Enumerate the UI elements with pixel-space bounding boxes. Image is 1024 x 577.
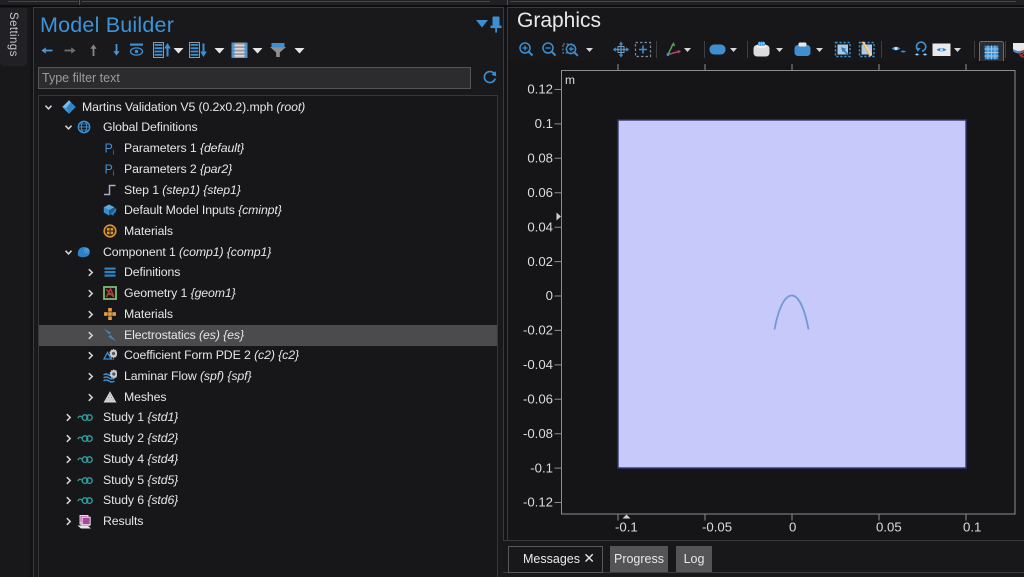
svg-text:0.1: 0.1 xyxy=(535,116,553,131)
svg-text:0.02: 0.02 xyxy=(527,254,553,269)
svg-text:0.06: 0.06 xyxy=(527,185,553,200)
svg-text:-0.1: -0.1 xyxy=(615,520,638,535)
svg-text:0.1: 0.1 xyxy=(963,520,981,535)
svg-text:0: 0 xyxy=(546,288,553,303)
svg-text:-0.06: -0.06 xyxy=(523,392,553,407)
svg-text:0: 0 xyxy=(789,520,796,535)
svg-text:-0.05: -0.05 xyxy=(702,520,732,535)
svg-text:m: m xyxy=(565,73,575,87)
svg-text:-0.12: -0.12 xyxy=(523,495,553,510)
svg-text:0.12: 0.12 xyxy=(527,82,553,97)
svg-text:-0.1: -0.1 xyxy=(530,460,553,475)
svg-text:0.08: 0.08 xyxy=(527,151,553,166)
svg-text:0.05: 0.05 xyxy=(876,520,902,535)
svg-text:-0.04: -0.04 xyxy=(523,357,553,372)
svg-text:0.04: 0.04 xyxy=(527,219,553,234)
svg-text:-0.02: -0.02 xyxy=(523,323,553,338)
svg-text:-0.08: -0.08 xyxy=(523,426,553,441)
